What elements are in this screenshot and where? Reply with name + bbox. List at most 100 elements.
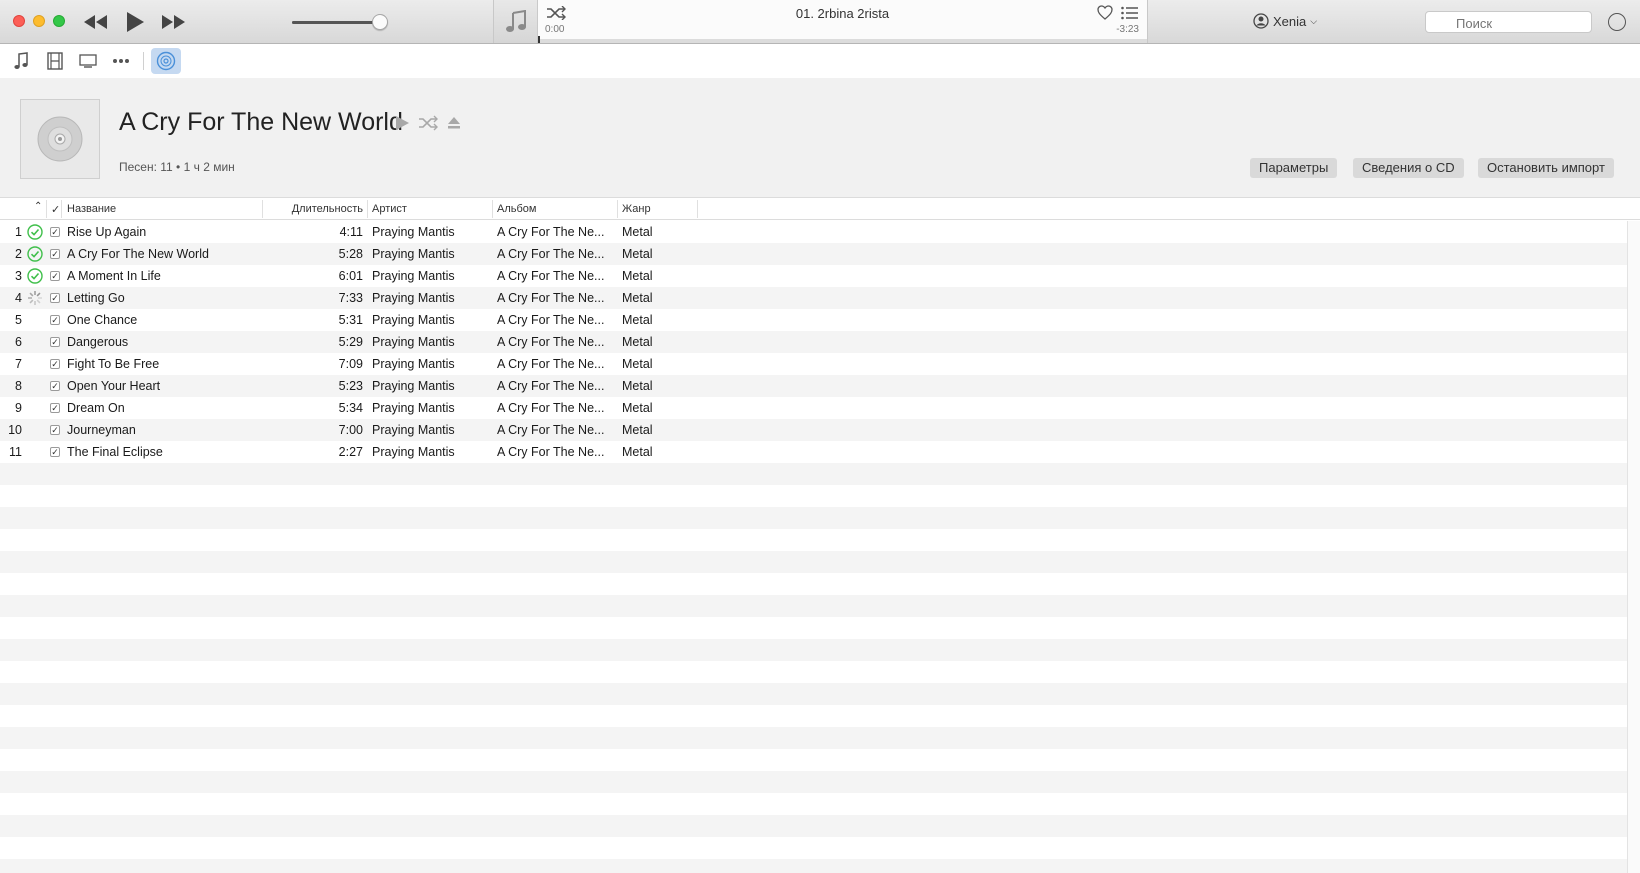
track-artist: Praying Mantis: [372, 291, 455, 305]
now-playing-title: 01. 2rbina 2rista: [795, 6, 890, 21]
track-row[interactable]: 9 ✓ Dream On 5:34 Praying Mantis A Cry For Th…: [0, 397, 1627, 419]
track-artist: Praying Mantis: [372, 269, 455, 283]
track-row[interactable]: 6 ✓ Dangerous 5:29 Praying Mantis A Cry For T…: [0, 331, 1627, 353]
track-checkbox[interactable]: ✓: [50, 381, 60, 391]
user-icon: [1253, 13, 1269, 29]
column-divider: [61, 200, 62, 218]
eject-icon[interactable]: [447, 115, 461, 131]
volume-slider[interactable]: [292, 14, 389, 30]
track-checkbox[interactable]: ✓: [50, 315, 60, 325]
column-header-album[interactable]: Альбом: [497, 203, 536, 215]
track-name: Dangerous: [67, 335, 129, 349]
track-duration: 5:34: [338, 401, 363, 415]
empty-row: [0, 573, 1627, 595]
track-name: Rise Up Again: [67, 225, 147, 239]
previous-track-button[interactable]: [81, 8, 111, 36]
track-genre: Metal: [622, 401, 653, 415]
stop-import-button[interactable]: Остановить импорт: [1478, 158, 1614, 178]
column-header-genre[interactable]: Жанр: [622, 203, 651, 215]
search-input[interactable]: [1425, 11, 1592, 33]
track-checkbox[interactable]: ✓: [50, 359, 60, 369]
music-library-button[interactable]: [9, 50, 33, 72]
track-genre: Metal: [622, 313, 653, 327]
track-number: 1: [15, 225, 22, 239]
playhead[interactable]: [538, 36, 540, 43]
cd-header: A Cry For The New World Песен: 11 • 1 ч …: [0, 78, 1640, 198]
account-menu[interactable]: Xenia ⌵: [1253, 13, 1317, 29]
track-row[interactable]: 5 ✓ One Chance 5:31 Praying Mantis A Cry For …: [0, 309, 1627, 331]
track-row[interactable]: 2 ✓ A Cry For The New World 5:28 Praying Man…: [0, 243, 1627, 265]
now-playing-artwork[interactable]: [494, 0, 538, 43]
zoom-window-button[interactable]: [53, 15, 65, 27]
track-row[interactable]: 7 ✓ Fight To Be Free 7:09 Praying Mantis A Cr…: [0, 353, 1627, 375]
playback-progress-bar[interactable]: [538, 36, 1147, 43]
column-header-name[interactable]: Название: [67, 203, 116, 215]
empty-row: [0, 595, 1627, 617]
track-artist: Praying Mantis: [372, 379, 455, 393]
track-table-header: ⌃ ✓ Название Длительность Артист Альбом …: [0, 198, 1640, 220]
movies-button[interactable]: [43, 50, 67, 72]
track-checkbox[interactable]: ✓: [50, 227, 60, 237]
album-summary: Песен: 11 • 1 ч 2 мин: [119, 160, 235, 174]
play-album-icon[interactable]: [394, 115, 410, 131]
track-genre: Metal: [622, 357, 653, 371]
track-list: 1 ✓ Rise Up Again 4:11 Praying Mantis A Cry F…: [0, 221, 1627, 873]
empty-row: [0, 749, 1627, 771]
track-checkbox[interactable]: ✓: [50, 249, 60, 259]
column-header-duration[interactable]: Длительность: [270, 203, 363, 215]
track-row[interactable]: 1 ✓ Rise Up Again 4:11 Praying Mantis A Cry F…: [0, 221, 1627, 243]
track-album: A Cry For The Ne...: [497, 313, 605, 327]
minimize-window-button[interactable]: [33, 15, 45, 27]
checkbox-column-header[interactable]: ✓: [51, 203, 60, 216]
rewind-icon: [84, 15, 107, 29]
track-checkbox[interactable]: ✓: [50, 337, 60, 347]
column-header-artist[interactable]: Артист: [372, 203, 407, 215]
track-checkbox[interactable]: ✓: [50, 293, 60, 303]
track-row[interactable]: 3 ✓ A Moment In Life 6:01 Praying Mantis A Cr…: [0, 265, 1627, 287]
volume-knob[interactable]: [372, 14, 389, 30]
empty-row: [0, 683, 1627, 705]
tv-shows-button[interactable]: [76, 50, 100, 72]
track-row[interactable]: 11 ✓ The Final Eclipse 2:27 Praying Mantis A …: [0, 441, 1627, 463]
track-artist: Praying Mantis: [372, 335, 455, 349]
empty-row: [0, 837, 1627, 859]
track-artist: Praying Mantis: [372, 423, 455, 437]
close-window-button[interactable]: [13, 15, 25, 27]
track-genre: Metal: [622, 379, 653, 393]
more-media-button[interactable]: [109, 50, 133, 72]
track-checkbox[interactable]: ✓: [50, 271, 60, 281]
track-checkbox[interactable]: ✓: [50, 425, 60, 435]
track-number: 2: [15, 247, 22, 261]
track-artist: Praying Mantis: [372, 247, 455, 261]
cd-button[interactable]: [151, 48, 181, 74]
next-track-button[interactable]: [158, 8, 188, 36]
track-number: 6: [15, 335, 22, 349]
empty-row: [0, 529, 1627, 551]
up-next-list-icon[interactable]: [1121, 6, 1139, 20]
track-checkbox[interactable]: ✓: [50, 447, 60, 457]
activity-icon[interactable]: [1608, 13, 1626, 31]
play-button[interactable]: [122, 8, 148, 36]
column-divider: [367, 200, 368, 218]
cd-icon: [156, 51, 176, 71]
cd-artwork: [20, 99, 100, 179]
shuffle-album-icon[interactable]: [418, 115, 438, 131]
media-kind-bar: [0, 44, 1640, 78]
heart-icon[interactable]: [1097, 5, 1113, 20]
track-name: Fight To Be Free: [67, 357, 160, 371]
importing-spinner-icon: [27, 290, 43, 306]
sort-ascending-icon[interactable]: ⌃: [34, 201, 42, 212]
vertical-scrollbar[interactable]: [1627, 221, 1640, 873]
track-artist: Praying Mantis: [372, 401, 455, 415]
track-row[interactable]: 10 ✓ Journeyman 7:00 Praying Mantis A Cry For…: [0, 419, 1627, 441]
track-number: 4: [15, 291, 22, 305]
track-name: A Cry For The New World: [67, 247, 209, 261]
empty-row: [0, 617, 1627, 639]
cd-info-button[interactable]: Сведения о CD: [1353, 158, 1464, 178]
empty-row: [0, 551, 1627, 573]
options-button[interactable]: Параметры: [1250, 158, 1338, 178]
track-row[interactable]: 8 ✓ Open Your Heart 5:23 Praying Mantis A Cry…: [0, 375, 1627, 397]
track-row[interactable]: 4 ✓ Letting Go 7:33 Praying Mantis A Cry For …: [0, 287, 1627, 309]
account-name: Xenia: [1273, 13, 1307, 29]
track-checkbox[interactable]: ✓: [50, 403, 60, 413]
